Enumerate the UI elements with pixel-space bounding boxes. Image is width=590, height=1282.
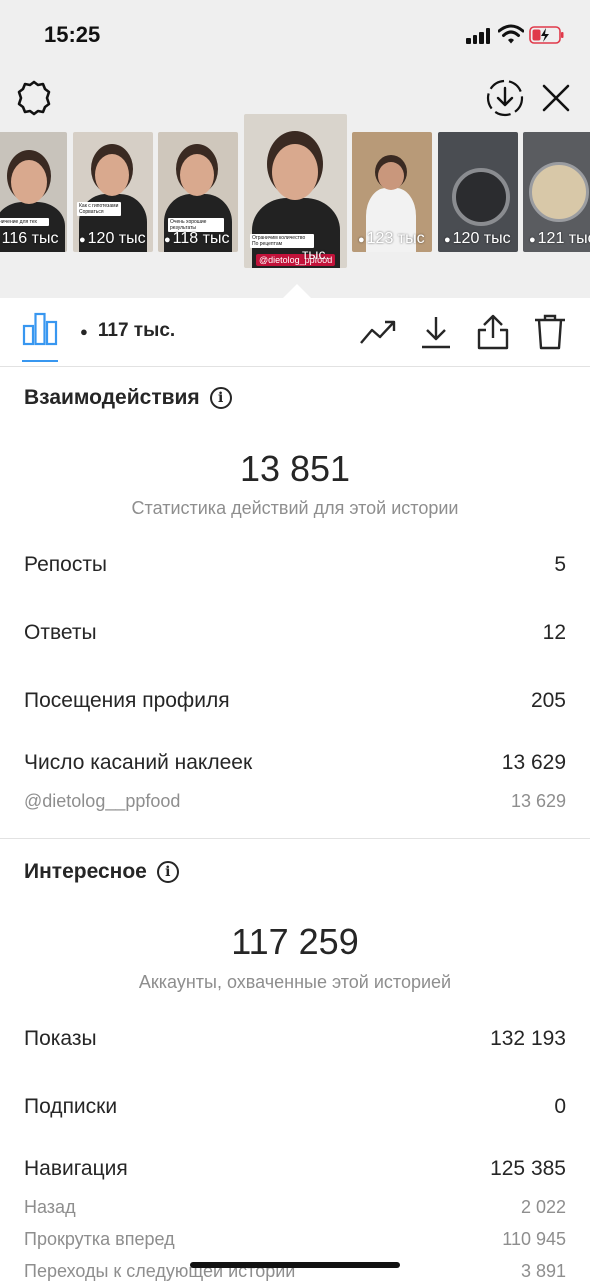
close-button[interactable]	[538, 80, 574, 116]
discovery-title: Интересное i	[24, 860, 179, 884]
stat-row: Репосты 5	[24, 553, 566, 577]
views-count: 117 тыс.	[97, 320, 176, 341]
eye-icon: ●	[444, 234, 451, 246]
stat-label: Показы	[24, 1027, 97, 1050]
save-story-button[interactable]	[484, 77, 526, 119]
stat-value: 125 385	[490, 1157, 566, 1180]
stat-subrow: Назад 2 022	[24, 1197, 566, 1218]
stat-label: Подписки	[24, 1095, 118, 1118]
discovery-caption: Аккаунты, охваченные этой историей	[138, 972, 452, 992]
home-indicator[interactable]	[190, 1262, 400, 1268]
stories-header: 15:25 ничение для тех 116 тыс Как с гипо…	[0, 0, 590, 298]
status-time: 15:25	[44, 22, 101, 47]
stat-subrow: @dietolog__ppfood 13 629	[24, 791, 566, 812]
stat-label: Репосты	[24, 553, 108, 576]
stat-row: Показы 132 193	[24, 1027, 566, 1051]
story-thumbnail[interactable]: Как с гипотезами Сорваться ● 120 тыс	[73, 132, 153, 252]
eye-icon: ●	[80, 324, 88, 339]
interactions-caption: Статистика действий для этой истории	[131, 498, 459, 518]
story-thumbnail[interactable]: Очень хорошие результаты ● 118 тыс	[158, 132, 238, 252]
stat-label: Число касаний наклеек	[24, 751, 253, 774]
stat-label: Назад	[24, 1197, 76, 1217]
download-icon	[422, 317, 450, 349]
stat-value: 110 945	[502, 1229, 566, 1249]
stat-label: Навигация	[24, 1157, 128, 1180]
section-divider	[0, 838, 590, 839]
settings-icon	[17, 80, 51, 116]
info-icon[interactable]: i	[209, 387, 232, 409]
download-button[interactable]	[416, 312, 456, 352]
thumbnail-views: тыс.	[302, 246, 330, 262]
thumbnail-views: 118 тыс	[172, 230, 230, 247]
stat-value: 0	[554, 1095, 566, 1118]
stat-subrow: Прокрутка вперед 110 945	[24, 1229, 566, 1250]
selected-pointer	[283, 284, 311, 298]
stat-value: 5	[554, 553, 566, 576]
wifi-icon	[498, 24, 524, 44]
thumbnail-views: 120 тыс	[87, 230, 146, 247]
stat-value: 2 022	[520, 1197, 566, 1217]
status-bar: 15:25	[0, 0, 590, 70]
promote-button[interactable]	[358, 312, 398, 352]
story-thumbnail-selected[interactable]: Ограничим количество По рецептам @dietol…	[244, 114, 347, 268]
discovery-total: 117 259	[231, 921, 359, 962]
delete-button[interactable]	[530, 312, 570, 352]
settings-button[interactable]	[14, 78, 54, 118]
stat-value: 13 629	[510, 791, 566, 811]
story-thumbnail[interactable]: ничение для тех ●116 тыс	[0, 132, 67, 252]
thumbnail-views: 123 тыс	[366, 230, 425, 247]
close-icon	[542, 84, 570, 112]
story-thumbnail[interactable]: ● 121 тыс	[523, 132, 590, 252]
bar-chart-icon	[22, 312, 58, 346]
thumbnail-views: 116 тыс	[1, 230, 59, 247]
battery-icon	[529, 26, 564, 44]
stat-value: 205	[530, 689, 566, 712]
interactions-total: 13 851	[239, 448, 351, 489]
share-icon	[477, 314, 509, 350]
eye-icon: ●	[79, 234, 86, 246]
stat-row: Подписки 0	[24, 1095, 566, 1119]
stat-label: Прокрутка вперед	[24, 1229, 175, 1249]
stat-value: 13 629	[501, 751, 566, 774]
trend-icon	[360, 320, 396, 344]
story-thumbnail-strip[interactable]: ничение для тех ●116 тыс Как с гипотезам…	[0, 114, 590, 274]
eye-icon: ●	[164, 234, 171, 246]
views-summary: ● 117 тыс.	[80, 320, 175, 342]
thumbnail-views: 121 тыс	[537, 230, 590, 247]
stat-row: Ответы 12	[24, 621, 566, 645]
thumbnail-views: 120 тыс	[452, 230, 511, 247]
stat-row: Навигация 125 385	[24, 1157, 566, 1181]
tab-indicator	[22, 360, 58, 362]
share-button[interactable]	[473, 312, 513, 352]
signal-icon	[466, 28, 492, 44]
stat-row: Посещения профиля 205	[24, 689, 566, 713]
stat-row: Число касаний наклеек 13 629	[24, 751, 566, 775]
stat-label: @dietolog__ppfood	[24, 791, 181, 811]
stat-value: 132 193	[490, 1027, 566, 1050]
stat-value: 3 891	[520, 1261, 566, 1281]
insights-action-bar: ● 117 тыс.	[0, 298, 590, 367]
eye-icon: ●	[529, 234, 536, 246]
story-thumbnail[interactable]: ● 123 тыс	[352, 132, 432, 252]
info-icon[interactable]: i	[156, 861, 179, 883]
stat-label: Посещения профиля	[24, 689, 230, 712]
stat-label: Ответы	[24, 621, 97, 644]
story-thumbnail[interactable]: ● 120 тыс	[438, 132, 518, 252]
eye-icon: ●	[358, 234, 365, 246]
trash-icon	[535, 314, 565, 350]
download-circle-icon	[486, 79, 524, 117]
insights-tab[interactable]	[22, 312, 58, 362]
interactions-title: Взаимодействия i	[24, 386, 232, 410]
stat-value: 12	[542, 621, 566, 644]
